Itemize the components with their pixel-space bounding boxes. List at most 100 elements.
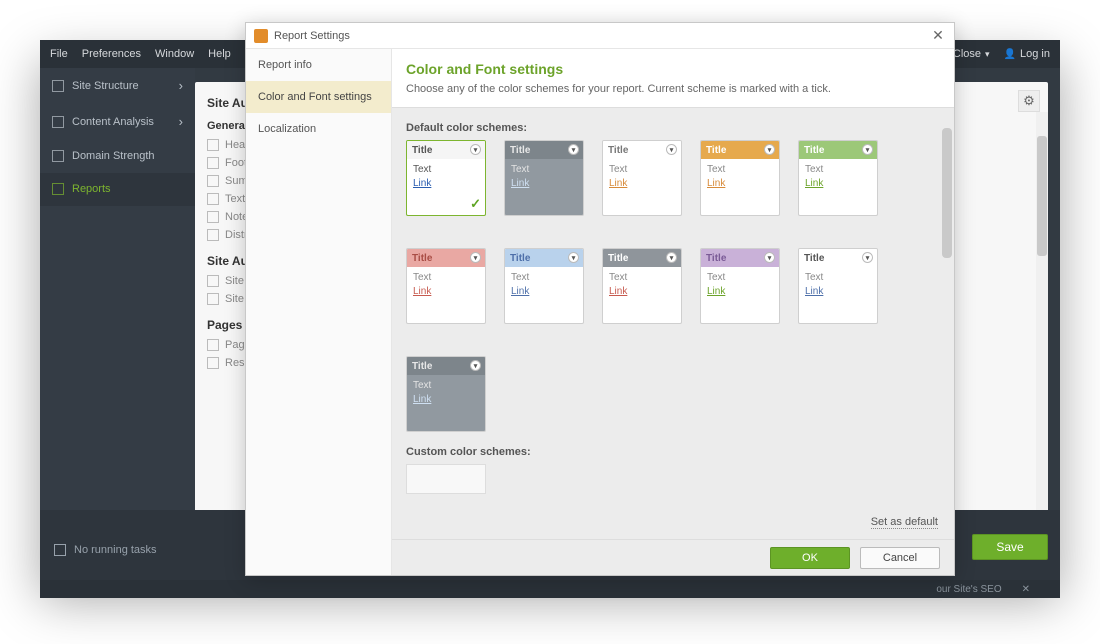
menu-file[interactable]: File — [50, 48, 68, 60]
chevron-down-icon[interactable]: ▾ — [470, 144, 481, 155]
swatch-link: Link — [805, 286, 871, 297]
chevron-down-icon[interactable]: ▾ — [470, 252, 481, 263]
swatch-link: Link — [511, 286, 577, 297]
swatch-body: TextLink — [701, 267, 779, 302]
scrollbar-thumb[interactable] — [942, 128, 952, 258]
swatch-body: Text Link — [799, 267, 877, 302]
dialog-body: Report info Color and Font settings Loca… — [246, 49, 954, 575]
menu-window[interactable]: Window — [155, 48, 194, 60]
cancel-button[interactable]: Cancel — [860, 547, 940, 569]
swatch-link: Link — [707, 178, 773, 189]
chevron-down-icon[interactable]: ▾ — [666, 252, 677, 263]
swatch-text: Text — [413, 164, 479, 175]
schemes-scrollbar[interactable] — [942, 108, 952, 539]
menu-preferences[interactable]: Preferences — [82, 48, 141, 60]
color-scheme-swatch[interactable]: Title▾ Text Link — [798, 248, 878, 324]
scrollbar-thumb[interactable] — [1037, 136, 1047, 256]
swatch-text: Text — [511, 272, 577, 283]
color-scheme-swatch[interactable]: Title▾TextLink — [602, 140, 682, 216]
analysis-icon — [52, 116, 64, 128]
panel-header: Color and Font settings Choose any of th… — [392, 49, 954, 108]
set-as-default-link[interactable]: Set as default — [871, 516, 938, 529]
swatch-text: Text — [609, 272, 675, 283]
running-tasks-status[interactable]: No running tasks — [54, 544, 157, 556]
panel-subheading: Choose any of the color schemes for your… — [406, 83, 940, 95]
color-scheme-swatch[interactable]: Title▾TextLink — [700, 248, 780, 324]
reports-icon — [52, 183, 64, 195]
color-scheme-swatch[interactable]: Title▾TextLink — [504, 248, 584, 324]
chevron-down-icon[interactable]: ▾ — [862, 252, 873, 263]
swatch-body: Text Link — [799, 159, 877, 194]
swatch-link: Link — [805, 178, 871, 189]
sidebar-label: Reports — [72, 183, 111, 195]
swatch-body: TextLink — [407, 267, 485, 302]
topbar-right: Close Log in — [953, 40, 1050, 68]
swatch-title: Title▾ — [603, 249, 681, 267]
swatch-link: Link — [413, 394, 479, 405]
structure-icon — [52, 80, 64, 92]
swatch-link: Link — [413, 286, 479, 297]
chevron-down-icon[interactable]: ▾ — [568, 144, 579, 155]
swatch-body: TextLink — [603, 267, 681, 302]
panel-heading: Color and Font settings — [406, 61, 940, 77]
close-dropdown[interactable]: Close — [953, 48, 990, 60]
chevron-down-icon[interactable]: ▾ — [470, 360, 481, 371]
schemes-container: Default color schemes: Title▾TextLink✓Ti… — [392, 108, 954, 539]
nav-localization[interactable]: Localization — [246, 113, 391, 145]
save-button[interactable]: Save — [972, 534, 1048, 560]
color-scheme-swatch[interactable]: Title▾TextLink✓ — [406, 140, 486, 216]
swatch-text: Text — [413, 380, 479, 391]
color-scheme-swatch[interactable]: Title▾TextLink — [602, 248, 682, 324]
swatch-link: Link — [511, 178, 577, 189]
content-scrollbar[interactable] — [1036, 112, 1048, 528]
swatch-text: Text — [805, 164, 871, 175]
settings-gear-button[interactable]: ⚙ — [1018, 90, 1040, 112]
bottom-promo-bar: our Site's SEO✕ — [40, 580, 1060, 598]
sidebar-label: Domain Strength — [72, 150, 155, 162]
dialog-titlebar: Report Settings ✕ — [246, 23, 954, 49]
color-scheme-swatch[interactable]: Title▾TextLink — [504, 140, 584, 216]
nav-color-font[interactable]: Color and Font settings — [246, 81, 391, 113]
sidebar-item-site-structure[interactable]: Site Structure — [40, 68, 195, 104]
dialog-nav: Report info Color and Font settings Loca… — [246, 49, 392, 575]
chevron-down-icon[interactable]: ▾ — [764, 252, 775, 263]
add-custom-scheme-button[interactable] — [406, 464, 486, 494]
swatch-link: Link — [413, 178, 479, 189]
swatch-title: Title▾ — [603, 141, 681, 159]
ok-button[interactable]: OK — [770, 547, 850, 569]
report-settings-dialog: Report Settings ✕ Report info Color and … — [245, 22, 955, 576]
gear-icon: ⚙ — [1023, 93, 1035, 109]
login-button[interactable]: Log in — [1004, 48, 1050, 60]
sidebar-item-reports[interactable]: Reports — [40, 173, 195, 206]
swatch-title: Title▾ — [701, 141, 779, 159]
app-sidebar: Site Structure Content Analysis Domain S… — [40, 68, 195, 510]
dialog-close-button[interactable]: ✕ — [930, 27, 946, 44]
swatch-body: Text Link — [505, 267, 583, 302]
swatch-title: Title▾ — [407, 249, 485, 267]
sidebar-label: Content Analysis — [72, 116, 154, 128]
dialog-footer: OK Cancel — [392, 539, 954, 575]
swatch-title: Title▾ — [799, 249, 877, 267]
chevron-down-icon[interactable]: ▾ — [862, 144, 873, 155]
default-schemes-grid: Title▾TextLink✓Title▾TextLinkTitle▾TextL… — [406, 140, 940, 432]
close-icon[interactable]: ✕ — [1022, 584, 1030, 595]
chevron-down-icon[interactable]: ▾ — [568, 252, 579, 263]
swatch-title: Title▾ — [799, 141, 877, 159]
swatch-text: Text — [805, 272, 871, 283]
chevron-down-icon[interactable]: ▾ — [666, 144, 677, 155]
color-scheme-swatch[interactable]: Title▾TextLink — [406, 356, 486, 432]
nav-report-info[interactable]: Report info — [246, 49, 391, 81]
swatch-title: Title▾ — [407, 141, 485, 159]
swatch-body: TextLink — [505, 159, 583, 194]
swatch-link: Link — [609, 178, 675, 189]
color-scheme-swatch[interactable]: Title▾TextLink — [700, 140, 780, 216]
chevron-down-icon[interactable]: ▾ — [764, 144, 775, 155]
color-scheme-swatch[interactable]: Title▾ Text Link — [798, 140, 878, 216]
default-schemes-label: Default color schemes: — [406, 122, 940, 134]
app-logo-icon — [254, 29, 268, 43]
swatch-body: Text Link — [407, 159, 485, 194]
sidebar-item-domain-strength[interactable]: Domain Strength — [40, 140, 195, 173]
color-scheme-swatch[interactable]: Title▾TextLink — [406, 248, 486, 324]
sidebar-item-content-analysis[interactable]: Content Analysis — [40, 104, 195, 140]
menu-help[interactable]: Help — [208, 48, 231, 60]
